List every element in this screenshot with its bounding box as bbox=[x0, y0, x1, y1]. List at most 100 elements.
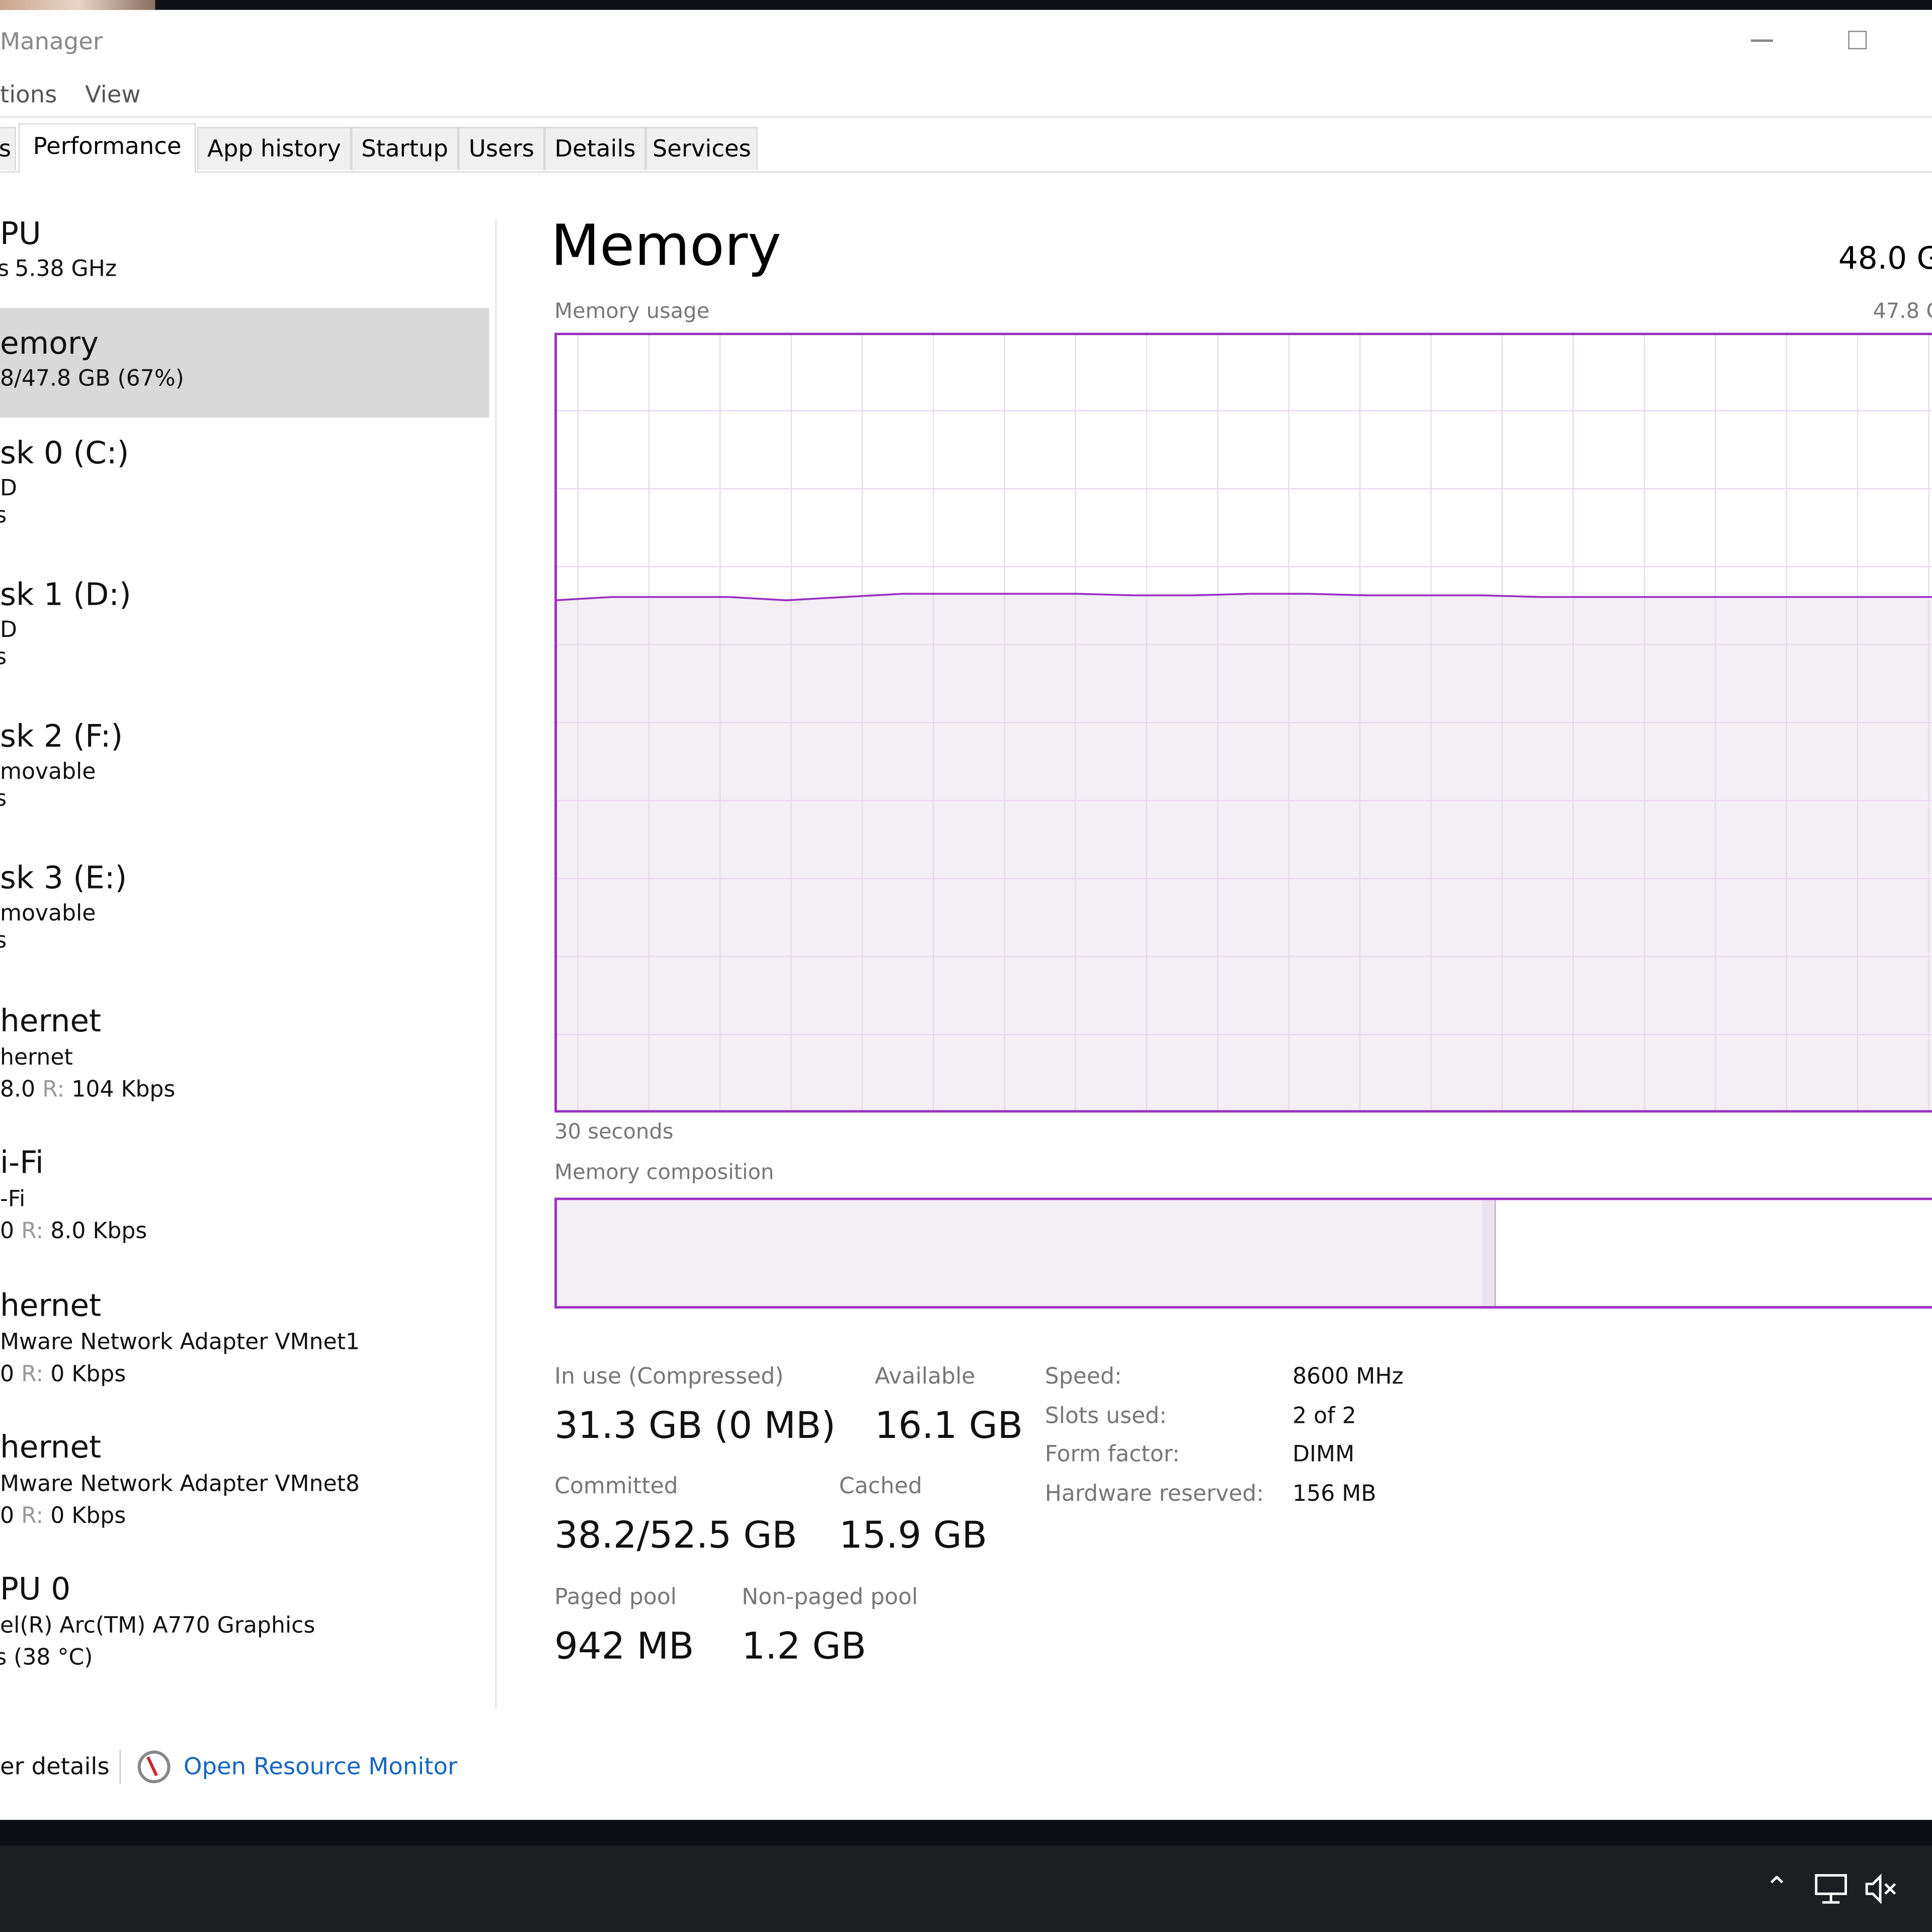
sidebar-item-disk-2[interactable]: sk 2 (F:) movable s bbox=[0, 718, 488, 829]
resource-monitor-icon bbox=[137, 1750, 171, 1784]
chevron-up-icon[interactable]: ⌃ bbox=[1764, 1871, 1789, 1905]
send-value: 0 bbox=[0, 1503, 15, 1530]
receive-value: 8.0 Kbps bbox=[50, 1219, 147, 1245]
sidebar-item-ethernet-vmnet1[interactable]: hernet Mware Network Adapter VMnet1 0 R:… bbox=[0, 1287, 488, 1398]
receive-label: R: bbox=[21, 1219, 44, 1245]
sidebar-item-value: s bbox=[0, 928, 7, 953]
slots-label: Slots used: bbox=[1044, 1403, 1167, 1429]
sidebar-item-sub: 5.38 GHz bbox=[15, 256, 117, 282]
non-paged-pool-value: 1.2 GB bbox=[742, 1625, 866, 1668]
cached-label: Cached bbox=[839, 1473, 922, 1500]
sidebar-item-title: hernet bbox=[0, 1429, 102, 1465]
task-manager-screen: Manager tions View s Performance App his… bbox=[0, 0, 1932, 1932]
paged-pool-label: Paged pool bbox=[554, 1584, 677, 1611]
time-span-label: 30 seconds bbox=[554, 1120, 674, 1145]
menu-options[interactable]: tions bbox=[0, 82, 57, 109]
available-label: Available bbox=[874, 1364, 976, 1390]
receive-label: R: bbox=[21, 1361, 44, 1388]
composition-modified-segment bbox=[1482, 1200, 1496, 1306]
sidebar-item-sub: -Fi bbox=[0, 1186, 26, 1213]
sidebar-item-rate: 0 R: 0 Kbps bbox=[0, 1503, 126, 1529]
paged-pool-value: 942 MB bbox=[554, 1625, 694, 1668]
taskbar bbox=[0, 1820, 1932, 1932]
sidebar-item-sub: hernet bbox=[0, 1044, 73, 1071]
form-factor-value: DIMM bbox=[1292, 1441, 1355, 1468]
sidebar-item-title: hernet bbox=[0, 1287, 102, 1324]
sidebar-item-disk-1[interactable]: sk 1 (D:) D s bbox=[0, 577, 488, 687]
sidebar-item-title: PU bbox=[0, 215, 41, 252]
tab-details[interactable]: Details bbox=[544, 127, 646, 170]
speed-value: 8600 MHz bbox=[1292, 1364, 1404, 1390]
memory-composition-label: Memory composition bbox=[554, 1160, 774, 1185]
sidebar-item-title: sk 0 (C:) bbox=[0, 435, 129, 471]
sidebar-item-sub: 8/47.8 GB (67%) bbox=[0, 366, 184, 392]
send-value: 0 bbox=[0, 1361, 15, 1388]
receive-value: 0 Kbps bbox=[50, 1361, 126, 1388]
send-value: 8.0 bbox=[0, 1077, 36, 1103]
tab-app-history[interactable]: App history bbox=[197, 127, 351, 170]
menu-view[interactable]: View bbox=[85, 82, 140, 109]
tab-processes[interactable]: s bbox=[0, 127, 16, 170]
sidebar-item-title: sk 1 (D:) bbox=[0, 577, 131, 613]
sidebar-item-title: hernet bbox=[0, 1003, 102, 1039]
slots-value: 2 of 2 bbox=[1292, 1403, 1356, 1429]
tab-divider bbox=[0, 171, 1932, 173]
receive-label: R: bbox=[42, 1077, 65, 1103]
sidebar-item-title: i-Fi bbox=[0, 1145, 44, 1181]
footer-divider bbox=[119, 1749, 121, 1785]
tab-users[interactable]: Users bbox=[458, 127, 545, 170]
sidebar-item-rate: 0 R: 0 Kbps bbox=[0, 1361, 126, 1387]
cached-value: 15.9 GB bbox=[839, 1514, 988, 1558]
available-value: 16.1 GB bbox=[874, 1404, 1023, 1448]
memory-total: 48.0 G bbox=[1838, 240, 1932, 276]
speaker-muted-icon[interactable] bbox=[1863, 1872, 1900, 1906]
sidebar-item-sub: movable bbox=[0, 901, 96, 927]
memory-usage-label: Memory usage bbox=[554, 299, 710, 325]
sidebar-item-memory[interactable]: emory 8/47.8 GB (67%) bbox=[0, 326, 488, 412]
form-factor-label: Form factor: bbox=[1044, 1441, 1180, 1468]
sidebar-divider bbox=[495, 219, 497, 1708]
minimize-button[interactable] bbox=[1751, 39, 1774, 42]
receive-label: R: bbox=[21, 1503, 44, 1530]
sidebar-item-gpu-0[interactable]: PU 0 el(R) Arc(TM) A770 Graphics s (38 °… bbox=[0, 1571, 488, 1681]
sidebar-item-title: PU 0 bbox=[0, 1571, 71, 1607]
network-icon[interactable] bbox=[1812, 1872, 1849, 1906]
sidebar-item-cpu[interactable]: PU s 5.38 GHz bbox=[0, 216, 488, 302]
sidebar-item-value: s (38 °C) bbox=[0, 1645, 93, 1671]
sidebar-item-disk-0[interactable]: sk 0 (C:) D s bbox=[0, 435, 488, 545]
memory-usage-max: 47.8 G bbox=[1873, 299, 1932, 325]
hardware-reserved-label: Hardware reserved: bbox=[1044, 1481, 1264, 1507]
in-use-value: 31.3 GB (0 MB) bbox=[554, 1404, 836, 1448]
sidebar-item-rate: 0 R: 8.0 Kbps bbox=[0, 1219, 147, 1244]
hardware-reserved-value: 156 MB bbox=[1292, 1481, 1377, 1507]
maximize-button[interactable] bbox=[1848, 31, 1867, 49]
sidebar-item-value: s bbox=[0, 786, 7, 812]
sidebar-item-title: sk 3 (E:) bbox=[0, 860, 127, 896]
sidebar-item-title: sk 2 (F:) bbox=[0, 718, 123, 754]
memory-composition-bar bbox=[554, 1197, 1932, 1309]
sidebar-item-rate: 8.0 R: 104 Kbps bbox=[0, 1077, 175, 1102]
committed-value: 38.2/52.5 GB bbox=[554, 1514, 797, 1558]
receive-value: 0 Kbps bbox=[50, 1503, 126, 1530]
open-resource-monitor-link[interactable]: Open Resource Monitor bbox=[184, 1753, 457, 1781]
background-image bbox=[0, 0, 155, 10]
sidebar-item-sub: Mware Network Adapter VMnet1 bbox=[0, 1329, 360, 1355]
non-paged-pool-label: Non-paged pool bbox=[742, 1584, 918, 1611]
menu-divider bbox=[0, 116, 1932, 119]
committed-label: Committed bbox=[554, 1473, 678, 1500]
tab-performance[interactable]: Performance bbox=[18, 123, 196, 173]
sidebar-item-ethernet-vmnet8[interactable]: hernet Mware Network Adapter VMnet8 0 R:… bbox=[0, 1429, 488, 1540]
in-use-label: In use (Compressed) bbox=[554, 1364, 784, 1390]
sidebar-item-sub: Mware Network Adapter VMnet8 bbox=[0, 1471, 360, 1497]
fewer-details-button[interactable]: er details bbox=[0, 1753, 110, 1781]
sidebar-item-ethernet[interactable]: hernet hernet 8.0 R: 104 Kbps bbox=[0, 1003, 488, 1113]
sidebar-item-disk-3[interactable]: sk 3 (E:) movable s bbox=[0, 860, 488, 971]
page-title: Memory bbox=[550, 212, 781, 279]
tab-startup[interactable]: Startup bbox=[351, 127, 459, 170]
sidebar-item-sub: el(R) Arc(TM) A770 Graphics bbox=[0, 1613, 315, 1639]
composition-in-use-segment bbox=[556, 1200, 1484, 1306]
sidebar-item-sub: D bbox=[0, 475, 17, 502]
tab-services[interactable]: Services bbox=[646, 127, 758, 170]
sidebar-item-wifi[interactable]: i-Fi -Fi 0 R: 8.0 Kbps bbox=[0, 1145, 488, 1255]
sidebar-item-value: s bbox=[0, 645, 7, 670]
